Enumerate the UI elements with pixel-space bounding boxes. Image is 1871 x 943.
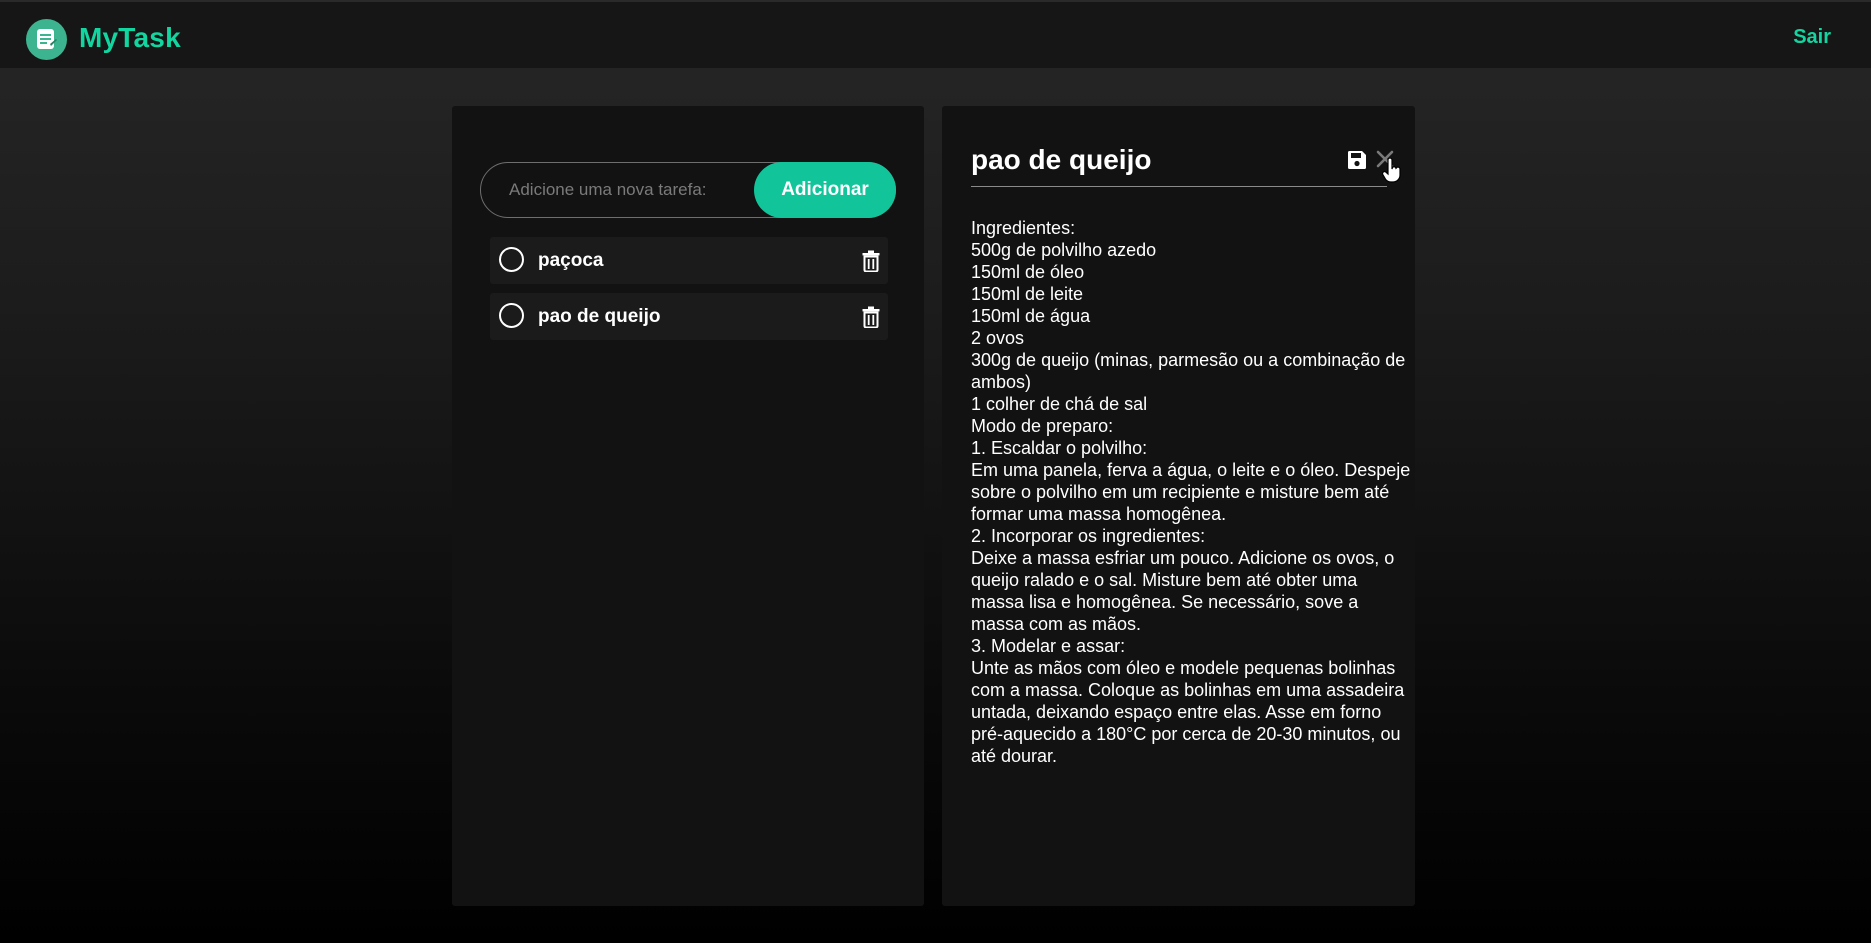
save-icon[interactable] [1347,150,1367,170]
task-title[interactable]: paçoca [538,250,603,272]
task-detail-panel: pao de queijo Ingredientes: 500g de polv… [942,106,1415,906]
description-line: 150ml de leite [971,284,1084,304]
task-checkbox[interactable] [499,303,524,328]
detail-description[interactable]: Ingredientes: 500g de polvilho azedo 150… [971,217,1411,767]
logout-button[interactable]: Sair [1793,26,1831,49]
description-line: 2 ovos [971,328,1025,348]
logo[interactable] [26,19,67,60]
title-divider [971,186,1387,187]
task-item[interactable]: paçoca [490,237,888,284]
brand-title: MyTask [79,22,181,53]
description-line: Modo de preparo: [971,416,1114,436]
description-line: 300g de queijo (minas, parmesão ou a com… [971,350,1406,392]
description-line: 3. Modelar e assar: [971,636,1126,656]
task-checkbox[interactable] [499,247,524,272]
description-line: 1 colher de chá de sal [971,394,1148,414]
task-list-panel: Adicionar paçoca pao de queijo [452,106,924,906]
description-line: Unte as mãos com óleo e modele pequenas … [971,658,1405,766]
add-task-button[interactable]: Adicionar [754,162,896,218]
description-line: Ingredientes: [971,218,1076,238]
trash-icon[interactable] [862,250,880,272]
task-list: paçoca pao de queijo [490,237,888,349]
description-line: 150ml de água [971,306,1091,326]
description-line: 500g de polvilho azedo [971,240,1157,260]
hand-cursor-icon [1382,158,1401,183]
trash-icon[interactable] [862,306,880,328]
notepad-icon [37,29,57,49]
add-task-form: Adicionar [480,162,896,218]
task-item[interactable]: pao de queijo [490,293,888,340]
description-line: 1. Escaldar o polvilho: [971,438,1148,458]
top-bar: MyTask Sair [0,0,1871,68]
description-line: 150ml de óleo [971,262,1085,282]
description-line: 2. Incorporar os ingredientes: [971,526,1206,546]
new-task-input[interactable] [481,163,751,217]
detail-title[interactable]: pao de queijo [971,144,1151,176]
description-line: Deixe a massa esfriar um pouco. Adicione… [971,548,1395,634]
description-line: Em uma panela, ferva a água, o leite e o… [971,460,1411,524]
task-title[interactable]: pao de queijo [538,306,660,328]
